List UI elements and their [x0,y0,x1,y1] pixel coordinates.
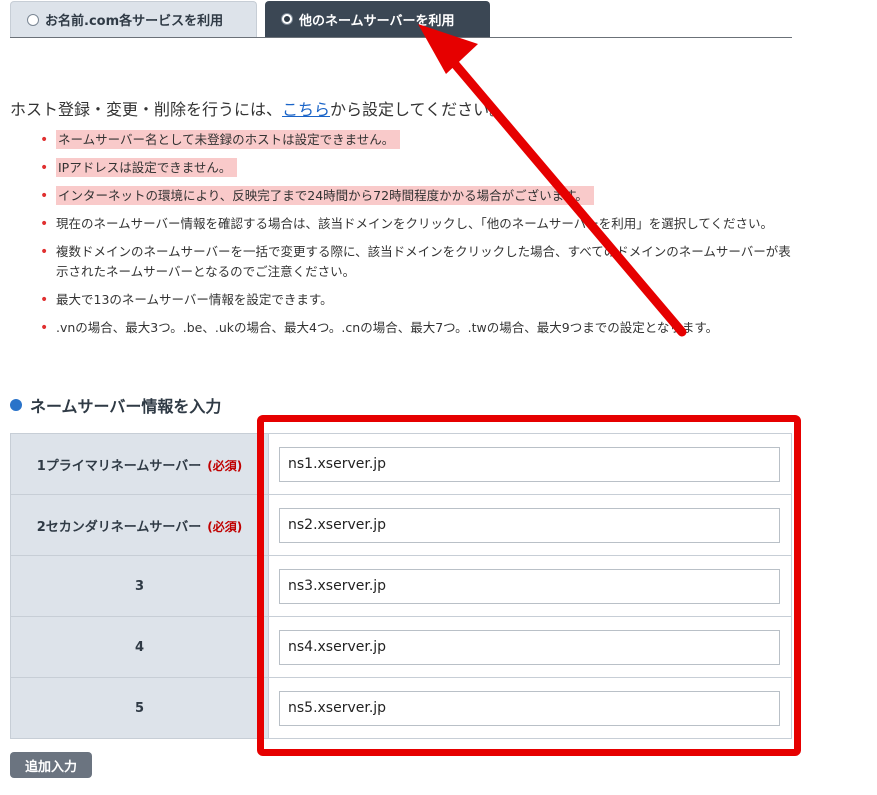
table-row: 5 [10,677,792,739]
notes-list: ネームサーバー名として未登録のホストは設定できません。 IPアドレスは設定できま… [40,130,800,338]
ns-label: 1プライマリネームサーバー [36,458,202,474]
note-item: 最大で13のネームサーバー情報を設定できます。 [40,290,800,310]
ns-label-cell: 1プライマリネームサーバー (必須) [10,433,269,495]
ns-label-cell: 4 [10,616,269,678]
ns2-input[interactable] [279,507,780,543]
tab-label: お名前.com各サービスを利用 [45,14,224,29]
ns-label: 5 [134,700,145,716]
note-item: 現在のネームサーバー情報を確認する場合は、該当ドメインをクリックし、「他のネーム… [40,214,800,234]
required-badge: (必須) [207,519,243,534]
tab-other-nameserver[interactable]: 他のネームサーバーを利用 [265,1,490,37]
table-row: 2セカンダリネームサーバー (必須) [10,494,792,556]
note-text: 複数ドメインのネームサーバーを一括で変更する際に、該当ドメインをクリックした場合… [56,244,791,279]
tab-label: 他のネームサーバーを利用 [299,13,455,29]
note-text: ネームサーバー名として未登録のホストは設定できません。 [56,130,401,149]
ns-input-cell [268,677,792,739]
note-item: 複数ドメインのネームサーバーを一括で変更する際に、該当ドメインをクリックした場合… [40,242,800,282]
note-item: インターネットの環境により、反映完了まで24時間から72時間程度かかる場合がござ… [40,186,800,206]
table-row: 4 [10,616,792,678]
ns4-input[interactable] [279,629,780,665]
ns5-input[interactable] [279,690,780,726]
host-settings-link[interactable]: こちら [282,100,330,119]
note-text: IPアドレスは設定できません。 [56,158,238,177]
ns-input-cell [268,433,792,495]
bullet-dot-icon [10,399,22,411]
radio-checked-icon[interactable] [281,13,293,25]
section-heading: ネームサーバー情報を入力 [10,393,221,417]
add-input-button[interactable]: 追加入力 [10,752,92,778]
ns-label-cell: 2セカンダリネームサーバー (必須) [10,494,269,556]
page-root: お名前.com各サービスを利用 他のネームサーバーを利用 ホスト登録・変更・削除… [0,0,877,795]
section-title: ネームサーバー情報を入力 [30,397,222,416]
note-text: インターネットの環境により、反映完了まで24時間から72時間程度かかる場合がござ… [56,186,594,205]
ns-label-cell: 5 [10,677,269,739]
table-row: 3 [10,555,792,617]
ns-label: 4 [134,639,145,655]
note-text: .vnの場合、最大3つ。.be、.ukの場合、最大4つ。.cnの場合、最大7つ。… [56,320,719,335]
note-text: 最大で13のネームサーバー情報を設定できます。 [56,292,333,307]
ns-input-cell [268,616,792,678]
ns-input-cell [268,555,792,617]
ns-label-cell: 3 [10,555,269,617]
radio-icon[interactable] [27,13,39,26]
ns1-input[interactable] [279,446,780,482]
note-item: .vnの場合、最大3つ。.be、.ukの場合、最大4つ。.cnの場合、最大7つ。… [40,318,800,338]
nameserver-table: 1プライマリネームサーバー (必須) 2セカンダリネームサーバー (必須) 3 [10,433,792,739]
ns-label: 3 [134,578,145,594]
ns-label: 2セカンダリネームサーバー [36,519,202,535]
note-item: IPアドレスは設定できません。 [40,158,800,178]
ns3-input[interactable] [279,568,780,604]
intro-after: から設定してください。 [330,100,506,119]
ns-tabs: お名前.com各サービスを利用 他のネームサーバーを利用 [10,0,792,38]
intro-before: ホスト登録・変更・削除を行うには、 [10,100,283,119]
table-row: 1プライマリネームサーバー (必須) [10,433,792,495]
required-badge: (必須) [207,458,243,473]
tab-onamae-service[interactable]: お名前.com各サービスを利用 [10,1,257,37]
note-item: ネームサーバー名として未登録のホストは設定できません。 [40,130,800,150]
ns-input-cell [268,494,792,556]
note-text: 現在のネームサーバー情報を確認する場合は、該当ドメインをクリックし、「他のネーム… [56,216,774,231]
intro-text: ホスト登録・変更・削除を行うには、こちらから設定してください。 [10,96,505,120]
